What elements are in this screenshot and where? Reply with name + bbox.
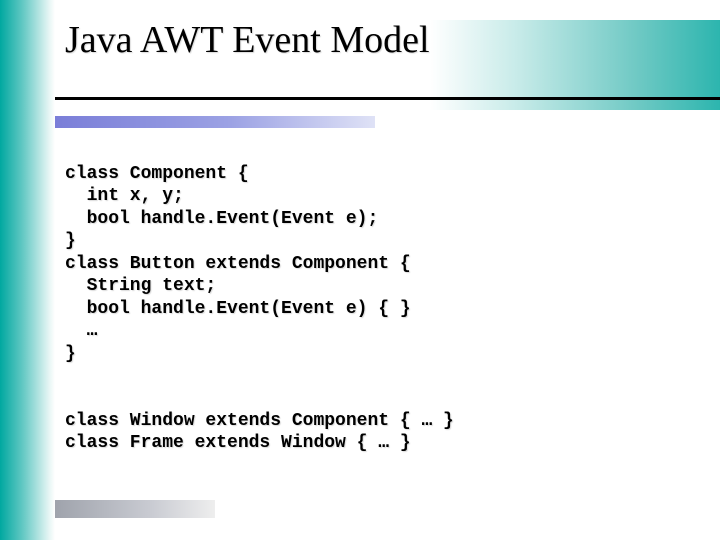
code-block-1: class Component { int x, y; bool handle.… [65, 163, 685, 366]
title-underline [55, 97, 720, 100]
left-accent-band [0, 0, 55, 540]
header: Java AWT Event Model [55, 10, 720, 100]
bottom-accent-bar [55, 500, 215, 518]
code-block-2: class Window extends Component { … } cla… [65, 410, 685, 455]
code-content: class Component { int x, y; bool handle.… [65, 140, 685, 477]
subheader-blue-bar [55, 116, 375, 128]
